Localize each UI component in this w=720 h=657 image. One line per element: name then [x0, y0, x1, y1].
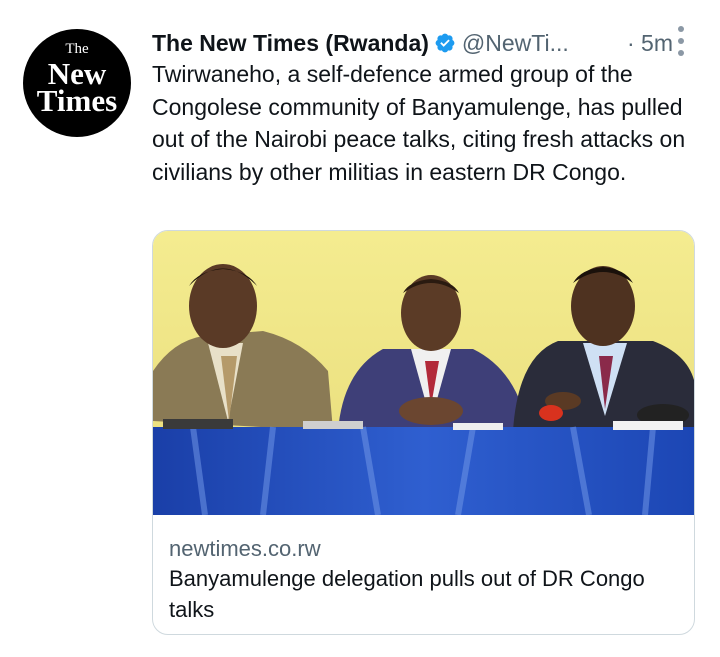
- tweet-header: The New Times (Rwanda) @NewTi... · 5m: [152, 27, 697, 59]
- card-domain[interactable]: newtimes.co.rw: [169, 536, 321, 562]
- timestamp[interactable]: · 5m: [627, 30, 673, 57]
- verified-badge-icon: [435, 33, 455, 53]
- link-card[interactable]: newtimes.co.rw Banyamulenge delegation p…: [152, 230, 695, 635]
- card-image[interactable]: [153, 231, 695, 515]
- tweet[interactable]: The New Times The New Times (Rwanda) @Ne…: [0, 0, 720, 657]
- card-title[interactable]: Banyamulenge delegation pulls out of DR …: [169, 563, 679, 625]
- avatar-logo-line3: Times: [36, 83, 118, 118]
- display-name[interactable]: The New Times (Rwanda): [152, 30, 429, 57]
- handle[interactable]: @NewTi...: [462, 30, 569, 57]
- more-options-icon[interactable]: [674, 26, 688, 56]
- tweet-text: Twirwaneho, a self-defence armed group o…: [152, 61, 686, 185]
- avatar-logo-line1: The: [65, 41, 89, 57]
- avatar[interactable]: The New Times: [23, 29, 131, 137]
